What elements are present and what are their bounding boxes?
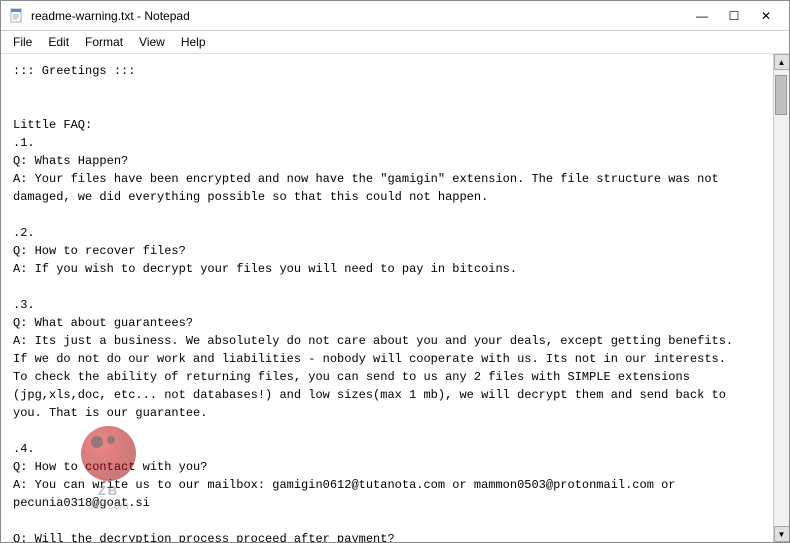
menu-file[interactable]: File xyxy=(5,33,40,51)
vertical-scrollbar[interactable]: ▲ ▼ xyxy=(773,54,789,542)
menu-format[interactable]: Format xyxy=(77,33,131,51)
minimize-button[interactable]: — xyxy=(687,5,717,27)
menu-view[interactable]: View xyxy=(131,33,173,51)
menu-help[interactable]: Help xyxy=(173,33,214,51)
notepad-window: readme-warning.txt - Notepad — ☐ ✕ File … xyxy=(0,0,790,543)
title-bar: readme-warning.txt - Notepad — ☐ ✕ xyxy=(1,1,789,31)
menu-bar: File Edit Format View Help xyxy=(1,31,789,54)
content-area: ::: Greetings ::: Little FAQ: .1. Q: Wha… xyxy=(1,54,789,542)
window-controls: — ☐ ✕ xyxy=(687,5,781,27)
content-wrapper: ::: Greetings ::: Little FAQ: .1. Q: Wha… xyxy=(1,54,773,542)
close-button[interactable]: ✕ xyxy=(751,5,781,27)
app-icon xyxy=(9,8,25,24)
window-title: readme-warning.txt - Notepad xyxy=(31,9,190,23)
maximize-button[interactable]: ☐ xyxy=(719,5,749,27)
scroll-down-button[interactable]: ▼ xyxy=(774,526,790,542)
scroll-thumb[interactable] xyxy=(775,75,787,115)
scroll-up-button[interactable]: ▲ xyxy=(774,54,790,70)
text-editor[interactable]: ::: Greetings ::: Little FAQ: .1. Q: Wha… xyxy=(1,54,773,542)
title-bar-left: readme-warning.txt - Notepad xyxy=(9,8,190,24)
scroll-track[interactable] xyxy=(774,70,789,526)
menu-edit[interactable]: Edit xyxy=(40,33,77,51)
